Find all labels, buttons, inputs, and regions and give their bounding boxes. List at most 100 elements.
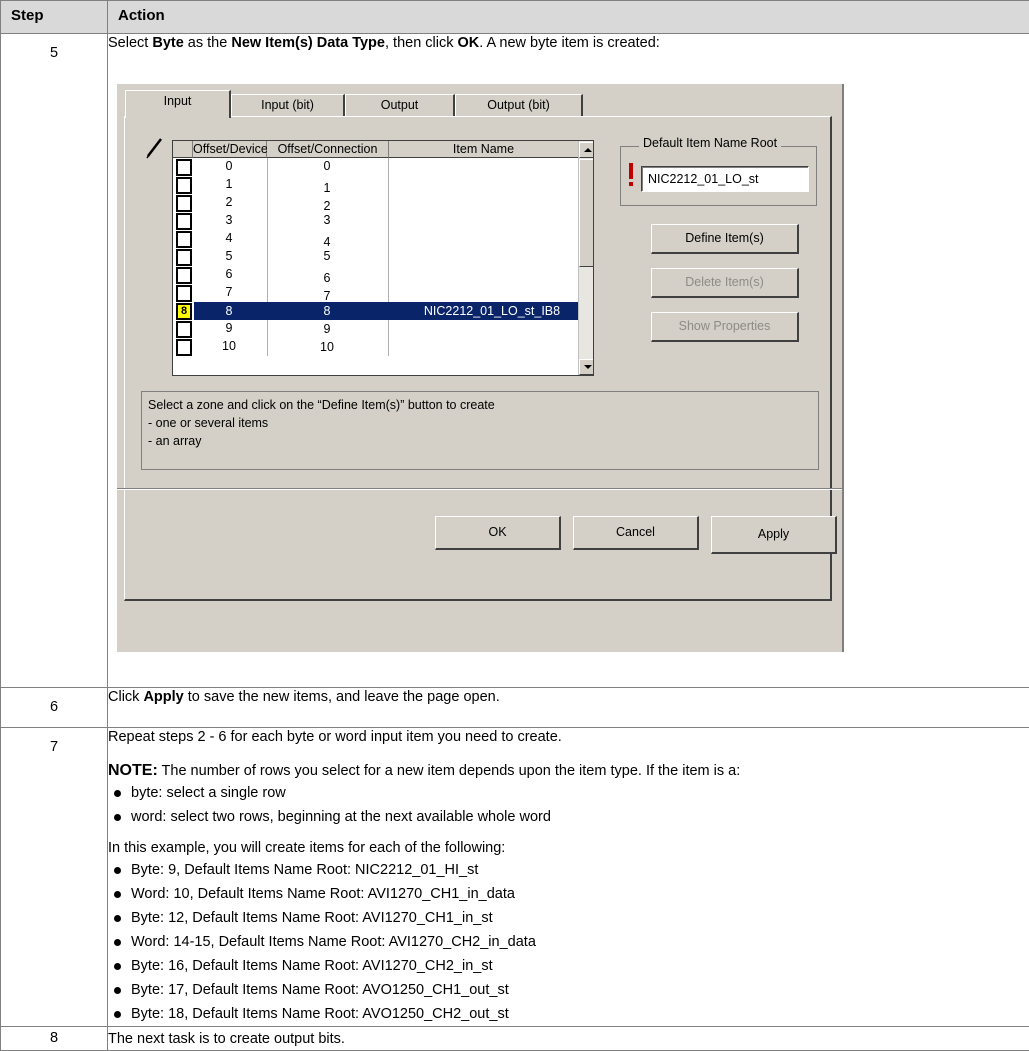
action-header: Action xyxy=(108,1,1029,34)
header-row: Step Action xyxy=(1,1,1029,34)
column-header[interactable]: Offset/Device xyxy=(193,141,267,158)
grid-row[interactable]: 7 7 xyxy=(173,284,594,302)
grid-row[interactable]: 10 10 xyxy=(173,338,594,356)
item-name-cell: NIC2212_01_LO_st_IB8 xyxy=(389,302,594,320)
bold-text: OK xyxy=(458,35,480,51)
name-root-label: Default Item Name Root xyxy=(639,136,781,150)
offset-device-cell: 10 xyxy=(193,338,265,354)
corner-header xyxy=(173,141,193,158)
help-line: - an array xyxy=(148,432,812,450)
arrow-down-icon xyxy=(584,365,592,369)
cell-divider xyxy=(388,338,389,356)
offset-connection-cell: 8 xyxy=(267,303,387,319)
bold-text: Byte xyxy=(152,35,183,51)
grid-row[interactable]: 1 1 xyxy=(173,176,594,194)
cancel-button[interactable]: Cancel xyxy=(573,516,699,550)
grid-row[interactable]: 6 6 xyxy=(173,266,594,284)
step-action: Repeat steps 2 - 6 for each byte or word… xyxy=(108,728,1029,1027)
ok-button[interactable]: OK xyxy=(435,516,561,550)
list-item: Word: 14-15, Default Items Name Root: AV… xyxy=(108,930,1029,954)
offset-connection-cell: 10 xyxy=(267,339,387,355)
row-checkbox[interactable] xyxy=(176,177,192,194)
grid-row[interactable]: 9 9 xyxy=(173,320,594,338)
offset-device-cell: 1 xyxy=(193,176,265,192)
offset-connection-cell: 9 xyxy=(267,321,387,337)
row-checkbox[interactable] xyxy=(176,213,192,230)
vertical-scrollbar[interactable] xyxy=(578,141,594,376)
pencil-icon xyxy=(145,136,167,160)
row-checkbox[interactable] xyxy=(176,159,192,176)
delete-items-button[interactable]: Delete Item(s) xyxy=(651,268,799,298)
divider xyxy=(117,488,842,490)
step-number: 7 xyxy=(1,728,108,1027)
scroll-thumb[interactable] xyxy=(579,159,594,267)
cell-divider xyxy=(388,266,389,284)
offset-device-cell: 3 xyxy=(193,212,265,228)
list-item: Byte: 18, Default Items Name Root: AVO12… xyxy=(108,1002,1029,1026)
cell-divider xyxy=(388,212,389,230)
offset-device-cell: 6 xyxy=(193,266,265,282)
row-checkbox[interactable] xyxy=(176,339,192,356)
cell-divider xyxy=(388,230,389,248)
grid-row-selected[interactable]: 8 8 8 NIC2212_01_LO_st_IB8 xyxy=(173,302,594,320)
grid-row[interactable]: 5 5 xyxy=(173,248,594,266)
list-item: Byte: 17, Default Items Name Root: AVO12… xyxy=(108,978,1029,1002)
note-list: byte: select a single row word: select t… xyxy=(108,781,1029,829)
column-header[interactable]: Offset/Connection xyxy=(267,141,389,158)
note: NOTE: The number of rows you select for … xyxy=(108,761,1029,781)
grid-row[interactable]: 0 0 xyxy=(173,158,594,176)
table-row: 7 Repeat steps 2 - 6 for each byte or wo… xyxy=(1,728,1029,1027)
text: to save the new items, and leave the pag… xyxy=(184,689,500,705)
offset-device-cell: 9 xyxy=(193,320,265,336)
note-label: NOTE: xyxy=(108,762,158,779)
row-checkbox[interactable] xyxy=(176,249,192,266)
help-line: - one or several items xyxy=(148,414,812,432)
offset-device-cell: 7 xyxy=(193,284,265,300)
help-line: Select a zone and click on the “Define I… xyxy=(148,396,812,414)
row-checkbox[interactable] xyxy=(176,267,192,284)
tab-output[interactable]: Output xyxy=(345,94,455,116)
list-item: Byte: 12, Default Items Name Root: AVI12… xyxy=(108,906,1029,930)
dialog-edge xyxy=(842,84,844,652)
grid-row[interactable]: 2 2 xyxy=(173,194,594,212)
table-row: 6 Click Apply to save the new items, and… xyxy=(1,688,1029,728)
offset-connection-cell: 5 xyxy=(267,248,387,264)
scroll-up-button[interactable] xyxy=(579,142,594,158)
step-action: The next task is to create output bits. xyxy=(108,1027,1029,1051)
list-item: Byte: 9, Default Items Name Root: NIC221… xyxy=(108,858,1029,882)
tab-input-bit[interactable]: Input (bit) xyxy=(231,94,345,116)
scroll-down-button[interactable] xyxy=(579,359,594,375)
offset-connection-cell: 3 xyxy=(267,212,387,228)
items-grid[interactable]: Offset/Device Offset/Connection Item Nam… xyxy=(172,140,594,376)
grid-row[interactable]: 3 3 xyxy=(173,212,594,230)
arrow-up-icon xyxy=(584,148,592,152)
tab-input[interactable]: Input xyxy=(125,90,231,118)
row-checkbox[interactable] xyxy=(176,285,192,302)
example-list: Byte: 9, Default Items Name Root: NIC221… xyxy=(108,858,1029,1026)
offset-device-cell: 8 xyxy=(193,303,265,319)
offset-device-cell: 4 xyxy=(193,230,265,246)
apply-button[interactable]: Apply xyxy=(711,516,837,554)
cell-divider xyxy=(388,284,389,302)
step-number: 5 xyxy=(1,34,108,688)
text: Select xyxy=(108,35,152,51)
row-checkbox[interactable] xyxy=(176,321,192,338)
grid-row[interactable]: 4 4 xyxy=(173,230,594,248)
define-items-button[interactable]: Define Item(s) xyxy=(651,224,799,254)
cell-divider xyxy=(388,248,389,266)
item-definition-dialog: Input Input (bit) Output Output (bit) Of… xyxy=(116,84,842,652)
step-number: 8 xyxy=(1,1027,108,1051)
row-checkbox[interactable] xyxy=(176,195,192,212)
tab-output-bit[interactable]: Output (bit) xyxy=(455,94,583,116)
show-properties-button[interactable]: Show Properties xyxy=(651,312,799,342)
row-checkbox[interactable] xyxy=(176,231,192,248)
offset-device-cell: 0 xyxy=(193,158,265,174)
column-header[interactable]: Item Name xyxy=(389,141,579,158)
row-checkbox[interactable]: 8 xyxy=(176,303,192,320)
text: Repeat steps 2 - 6 for each byte or word… xyxy=(108,728,1029,747)
help-text-box: Select a zone and click on the “Define I… xyxy=(141,391,819,470)
cell-divider xyxy=(388,176,389,194)
cell-divider xyxy=(388,194,389,212)
name-root-input[interactable]: NIC2212_01_LO_st xyxy=(641,166,809,192)
offset-connection-cell: 0 xyxy=(267,158,387,174)
